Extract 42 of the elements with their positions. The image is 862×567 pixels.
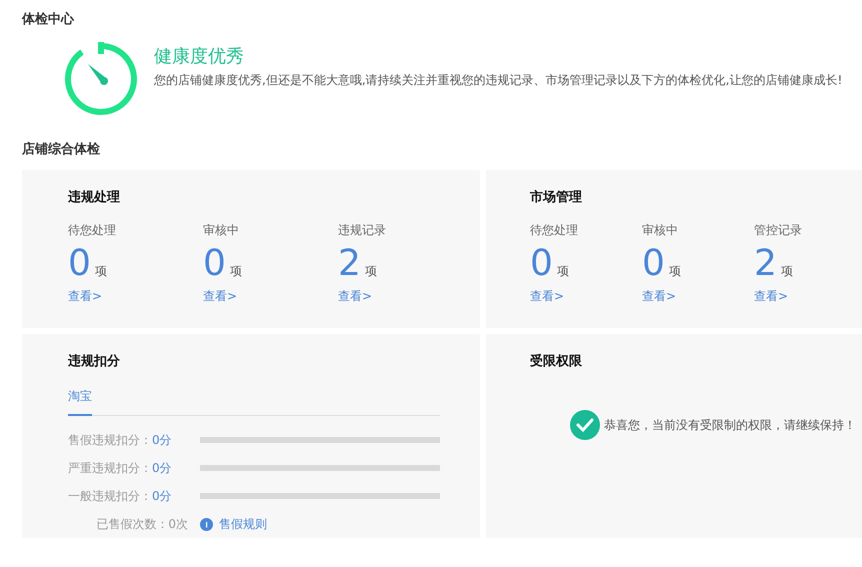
deduction-label: 严重违规扣分：0分 (68, 460, 173, 476)
deduction-label: 售假违规扣分：0分 (68, 432, 173, 448)
card-title: 违规处理 (68, 189, 121, 206)
card-title: 受限权限 (530, 352, 583, 370)
restriction-message: 恭喜您，当前没有受限制的权限，请继续保持！ (604, 416, 856, 434)
section-title: 店铺综合体检 (22, 140, 101, 158)
view-link[interactable]: 查看> (338, 289, 372, 303)
stat-unit: 项 (230, 263, 242, 280)
view-link[interactable]: 查看> (754, 289, 788, 303)
stat-label: 待您处理 (68, 222, 117, 239)
stat-count: 0 (203, 243, 226, 285)
stat-count: 0 (530, 243, 553, 285)
stat-count: 0 (68, 243, 91, 285)
stat-count: 2 (338, 243, 361, 285)
check-icon (570, 410, 600, 440)
section-title: 体检中心 (22, 10, 76, 28)
rules-link[interactable]: 售假规则 (219, 516, 267, 532)
stat-label: 审核中 (642, 222, 679, 239)
info-icon (200, 518, 213, 530)
stat-unit: 项 (364, 263, 377, 280)
stat-count: 0 (642, 243, 665, 285)
card-title: 市场管理 (530, 188, 583, 206)
view-link[interactable]: 查看> (203, 289, 238, 303)
gauge-icon (62, 40, 140, 118)
stat-label: 管控记录 (754, 222, 803, 239)
card-title: 违规扣分 (68, 353, 121, 370)
view-link[interactable]: 查看> (642, 289, 676, 303)
stat-unit: 项 (668, 263, 681, 280)
health-status: 健康度优秀 (154, 45, 245, 68)
health-description: 您的店铺健康度优秀,但还是不能大意哦,请持续关注并重视您的违规记录、市场管理记录以及下方的体检优化,让您的店铺健康成长! (154, 72, 842, 89)
view-link[interactable]: 查看> (68, 289, 102, 303)
deduction-label: 一般违规扣分：0分 (68, 488, 173, 504)
platform-tab[interactable]: 淘宝 (68, 388, 92, 416)
counterfeit-count: 已售假次数：0次 (95, 516, 188, 532)
stat-count: 2 (754, 243, 777, 285)
stat-label: 违规记录 (338, 222, 387, 239)
stat-label: 审核中 (203, 222, 240, 239)
stat-unit: 项 (780, 263, 793, 280)
view-link[interactable]: 查看> (530, 289, 564, 303)
stat-unit: 项 (556, 263, 569, 280)
stat-unit: 项 (94, 263, 107, 280)
stat-label: 待您处理 (530, 222, 579, 239)
